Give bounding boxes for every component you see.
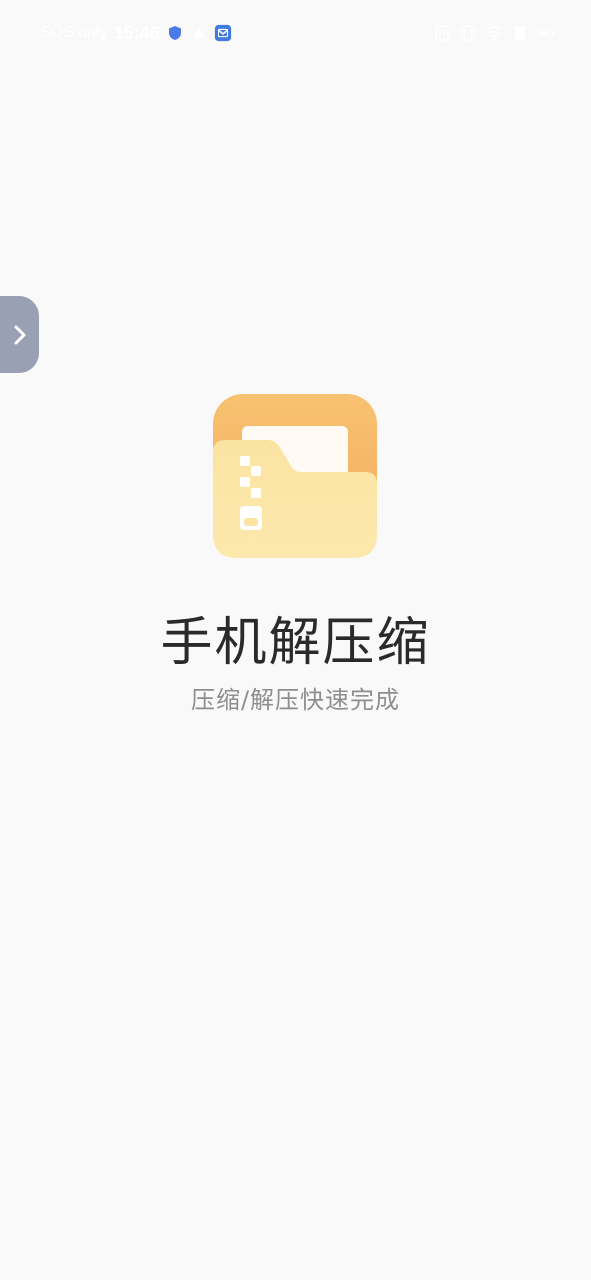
signal-icon bbox=[515, 26, 525, 40]
zip-folder-icon bbox=[213, 394, 377, 558]
status-left: SOS only 15:46 bbox=[40, 22, 232, 44]
wifi-icon bbox=[485, 26, 503, 41]
chevron-right-icon bbox=[14, 325, 25, 344]
shield-icon bbox=[168, 26, 181, 40]
app-title: 手机解压缩 bbox=[160, 613, 431, 673]
battery-icon bbox=[537, 29, 555, 37]
status-right bbox=[433, 22, 555, 44]
splash-screen: SOS only 15:46 手机解压缩 压缩/解压快速完成 bbox=[0, 0, 591, 1280]
status-bar: SOS only 15:46 bbox=[0, 0, 591, 66]
vibrate-icon bbox=[460, 25, 476, 41]
clock-time: 15:46 bbox=[113, 22, 160, 43]
app-subtitle: 压缩/解压快速完成 bbox=[190, 686, 401, 714]
app-notification-icon bbox=[214, 24, 231, 42]
notification-dot-icon bbox=[192, 27, 205, 38]
nfc-icon bbox=[435, 25, 449, 41]
side-panel-handle[interactable] bbox=[0, 296, 39, 373]
carrier-text: SOS only bbox=[40, 24, 108, 41]
